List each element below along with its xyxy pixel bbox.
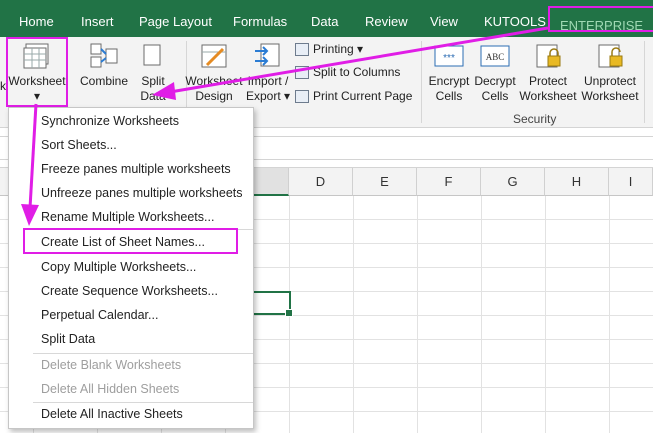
- combine-label: Combine: [79, 74, 129, 88]
- split-data-label-bottom: Data: [140, 89, 166, 103]
- import-export-icon: [253, 41, 283, 71]
- tab-review[interactable]: Review: [365, 0, 408, 37]
- tab-home[interactable]: Home: [19, 0, 54, 37]
- ribbon-separator: [421, 41, 422, 123]
- printing-menu[interactable]: Printing ▾: [295, 40, 363, 58]
- security-group-label: Security: [513, 112, 557, 126]
- encrypt-label-top: Encrypt: [428, 74, 470, 88]
- decrypt-label-top: Decrypt: [474, 74, 516, 88]
- ribbon-tab-bar: Home Insert Page Layout Formulas Data Re…: [0, 0, 653, 37]
- decrypt-icon: ABC: [480, 41, 510, 71]
- worksheet-dropdown-menu: Synchronize Worksheets Sort Sheets... Fr…: [8, 107, 254, 429]
- split-to-columns-button[interactable]: Split to Columns: [295, 63, 400, 81]
- column-header-f[interactable]: F: [417, 168, 481, 196]
- menu-item-rename-multiple-worksheets[interactable]: Rename Multiple Worksheets...: [41, 206, 214, 228]
- column-header-i[interactable]: I: [609, 168, 653, 196]
- tab-enterprise[interactable]: ENTERPRISE: [548, 6, 653, 33]
- printer-icon: [295, 43, 309, 57]
- print-current-page-button[interactable]: Print Current Page: [295, 87, 412, 105]
- menu-item-unfreeze-panes[interactable]: Unfreeze panes multiple worksheets: [41, 182, 243, 204]
- combine-icon: [89, 41, 119, 71]
- split-to-columns-label: Split to Columns: [313, 65, 401, 79]
- unprotect-worksheet-button[interactable]: Unprotect Worksheet: [579, 41, 641, 104]
- encrypt-cells-button[interactable]: *** Encrypt Cells: [426, 41, 472, 104]
- printing-label: Printing: [313, 42, 354, 56]
- menu-item-delete-all-inactive-sheets[interactable]: Delete All Inactive Sheets: [41, 403, 183, 425]
- unprotect-label-bottom: Worksheet: [581, 89, 639, 103]
- lock-icon: [533, 41, 563, 71]
- tab-data[interactable]: Data: [311, 0, 338, 37]
- worksheet-design-label-top: Worksheet: [185, 74, 243, 88]
- split-icon: [142, 41, 164, 71]
- menu-item-split-data[interactable]: Split Data: [41, 328, 95, 350]
- unlock-icon: [595, 41, 625, 71]
- menu-item-synchronize-worksheets[interactable]: Synchronize Worksheets: [41, 110, 179, 132]
- encrypt-icon: ***: [434, 41, 464, 71]
- column-header-e[interactable]: E: [353, 168, 417, 196]
- tab-insert[interactable]: Insert: [81, 0, 114, 37]
- protect-label-top: Protect: [528, 74, 567, 88]
- decrypt-label-bottom: Cells: [481, 89, 509, 103]
- worksheet-design-label-bottom: Design: [195, 89, 233, 103]
- tab-kutools[interactable]: KUTOOLS: [484, 0, 546, 37]
- encrypt-icon-text: ***: [443, 53, 455, 64]
- split-data-button[interactable]: Split Data: [136, 41, 170, 104]
- print-current-page-label: Print Current Page: [313, 89, 413, 103]
- unprotect-label-top: Unprotect: [583, 74, 637, 88]
- columns-icon: [295, 66, 309, 80]
- menu-item-freeze-panes[interactable]: Freeze panes multiple worksheets: [41, 158, 231, 180]
- menu-item-copy-multiple-worksheets[interactable]: Copy Multiple Worksheets...: [41, 256, 196, 278]
- split-data-label-top: Split: [141, 74, 165, 88]
- printer-icon: [295, 90, 309, 104]
- menu-item-delete-all-hidden-sheets: Delete All Hidden Sheets: [41, 382, 180, 396]
- import-export-label-top: Import /: [247, 74, 289, 88]
- ribbon-separator: [644, 41, 645, 123]
- protect-label-bottom: Worksheet: [519, 89, 577, 103]
- tab-page-layout[interactable]: Page Layout: [139, 0, 212, 37]
- menu-item-delete-blank-worksheets: Delete Blank Worksheets: [41, 358, 182, 372]
- menu-item-sort-sheets[interactable]: Sort Sheets...: [41, 134, 117, 156]
- worksheet-design-icon: [199, 41, 229, 71]
- import-export-button[interactable]: Import / Export ▾: [244, 41, 292, 104]
- protect-worksheet-button[interactable]: Protect Worksheet: [518, 41, 578, 104]
- tab-formulas[interactable]: Formulas: [233, 0, 287, 37]
- create-list-highlight-box: [23, 228, 238, 254]
- menu-item-perpetual-calendar[interactable]: Perpetual Calendar...: [41, 304, 158, 326]
- column-header-h[interactable]: H: [545, 168, 609, 196]
- encrypt-label-bottom: Cells: [435, 89, 463, 103]
- chevron-down-icon: ▾: [284, 89, 291, 103]
- import-export-label-bottom: Export: [245, 89, 281, 103]
- menu-item-create-sequence-worksheets[interactable]: Create Sequence Worksheets...: [41, 280, 218, 302]
- combine-button[interactable]: Combine: [74, 41, 134, 89]
- worksheet-highlight-box: [6, 37, 68, 107]
- tab-view[interactable]: View: [430, 0, 458, 37]
- column-header-d[interactable]: D: [289, 168, 353, 196]
- worksheet-design-button[interactable]: Worksheet Design: [184, 41, 244, 104]
- chevron-down-icon: ▾: [357, 42, 364, 56]
- column-header-g[interactable]: G: [481, 168, 545, 196]
- decrypt-icon-text: ABC: [486, 52, 505, 62]
- decrypt-cells-button[interactable]: ABC Decrypt Cells: [473, 41, 517, 104]
